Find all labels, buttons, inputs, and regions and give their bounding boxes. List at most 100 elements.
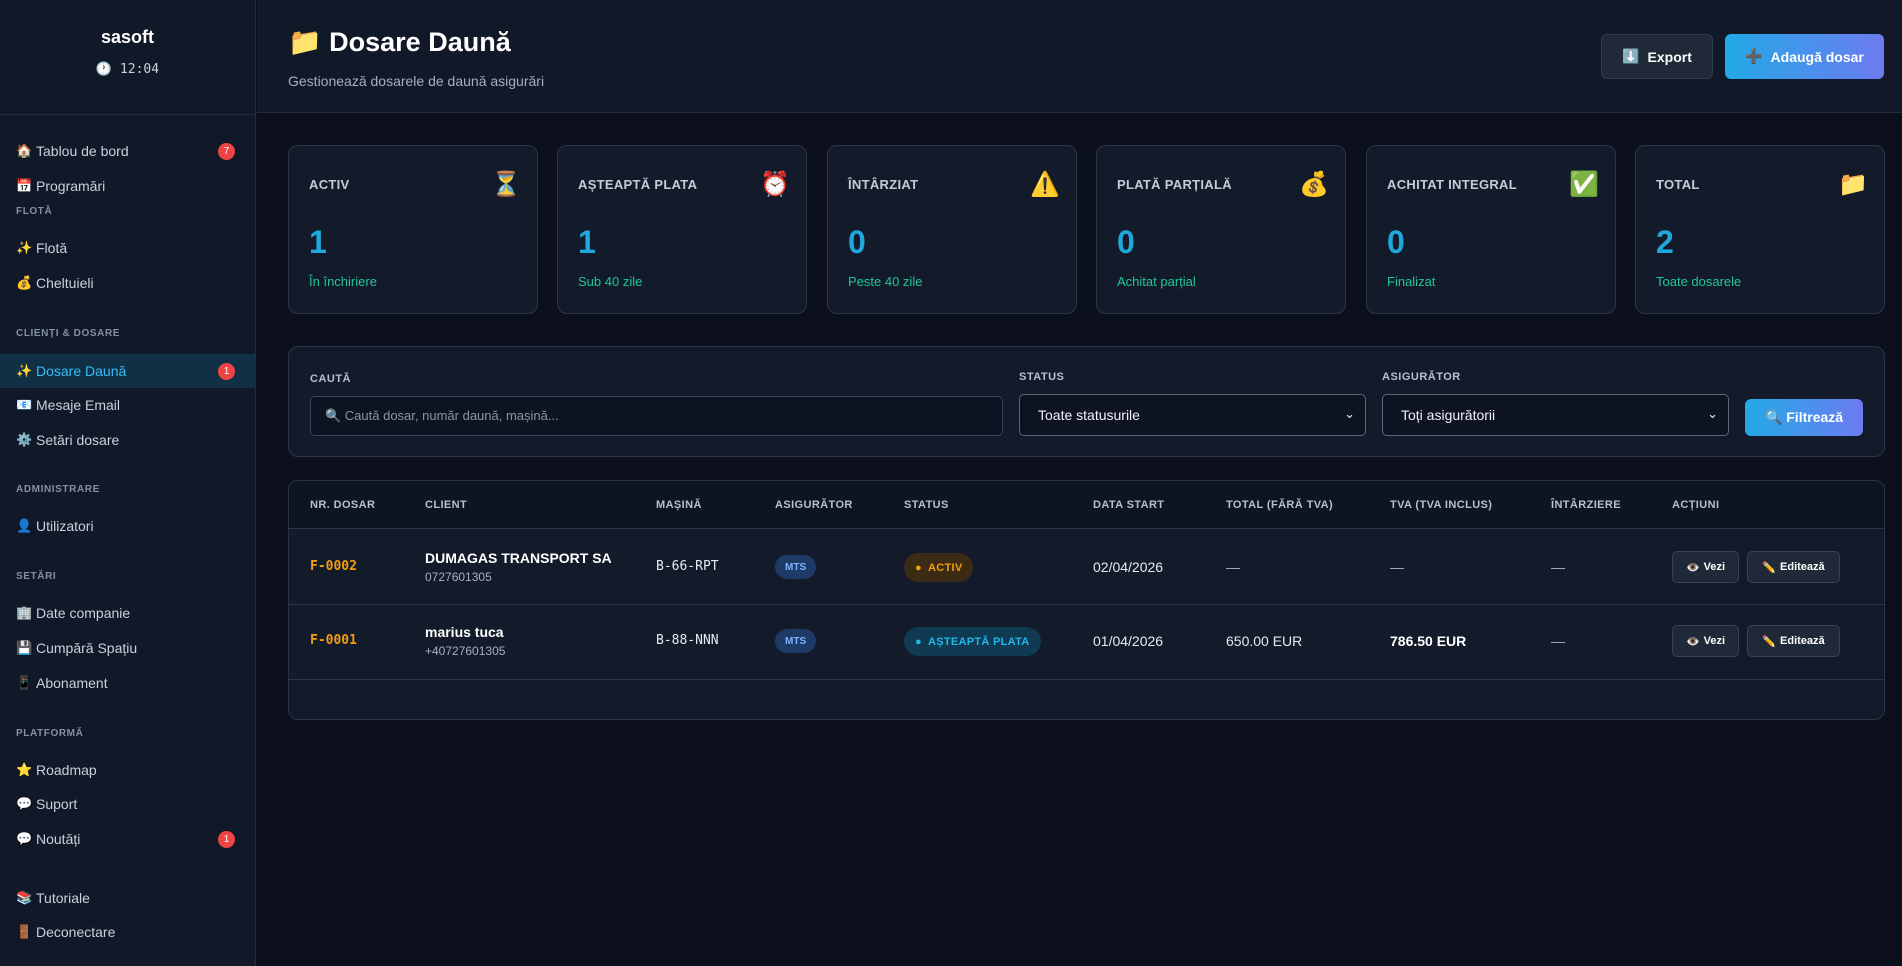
sidebar-item-expenses[interactable]: 💰 Cheltuieli (0, 267, 255, 299)
column-header: STATUS (904, 499, 949, 511)
table-row[interactable]: F-0002 DUMAGAS TRANSPORT SA 0727601305 B… (289, 530, 1884, 605)
delay: — (1551, 559, 1565, 575)
sidebar-item-storage[interactable]: 💾 Cumpără Spațiu (0, 632, 255, 664)
page-title: 📁 Dosare Daună (288, 26, 511, 58)
sidebar-item-fleet[interactable]: ✨ Flotă (0, 232, 255, 264)
money-bag-icon: 💰 (1299, 171, 1329, 198)
sidebar: sasoft 🕐 12:04 🏠 Tablou de bord 7 📅 Prog… (0, 0, 256, 966)
stat-card-active: ACTIV ⏳ 1 În închiriere (288, 145, 538, 314)
table-header: NR. DOSAR CLIENT MAȘINĂ ASIGURĂTOR STATU… (289, 481, 1884, 529)
insurer-badge: MTS (775, 555, 817, 579)
sparkles-icon: ✨ (16, 240, 33, 255)
start-date: 01/04/2026 (1093, 633, 1164, 649)
sidebar-item-roadmap[interactable]: ⭐ Roadmap (0, 754, 255, 786)
client-phone: 0727601305 (425, 570, 492, 584)
car-plate: B-66-RPT (656, 559, 719, 574)
sidebar-item-logout[interactable]: 🚪 Deconectare (0, 916, 255, 948)
plus-icon: ➕ (1745, 48, 1763, 64)
sidebar-item-label: Suport (36, 796, 78, 812)
status-badge: ● ACTIV (904, 553, 974, 582)
sidebar-item-tutorials[interactable]: 📚 Tutoriale (0, 882, 255, 914)
nav-section-clients: CLIENȚI & DOSARE (16, 328, 121, 339)
client-phone: +40727601305 (425, 644, 506, 658)
stat-value: 2 (1656, 224, 1674, 260)
chevron-down-icon: ⌄ (1344, 406, 1355, 421)
view-button[interactable]: 👁️ Vezi (1672, 551, 1739, 583)
filter-button[interactable]: 🔍 Filtrează (1745, 399, 1863, 436)
search-label: CAUTĂ (310, 373, 351, 385)
books-icon: 📚 (16, 890, 33, 905)
sidebar-item-label: Programări (36, 178, 106, 194)
status-badge-label: AȘTEAPTĂ PLATA (927, 635, 1030, 648)
insurer-select[interactable]: Toți asigurătorii ⌄ (1382, 394, 1729, 436)
sidebar-item-users[interactable]: 👤 Utilizatori (0, 510, 255, 542)
sidebar-item-label: Dosare Daună (36, 363, 127, 379)
email-icon: 📧 (16, 397, 33, 412)
sidebar-item-label: Date companie (36, 605, 131, 621)
folder-icon: 📁 (288, 27, 322, 57)
edit-button[interactable]: ✏️ Editează (1747, 551, 1840, 583)
nav-section-platform: PLATFORMĂ (16, 728, 84, 739)
warning-icon: ⚠️ (1030, 171, 1060, 198)
column-header: TOTAL (FĂRĂ TVA) (1226, 499, 1334, 511)
export-button-label: Export (1647, 48, 1692, 65)
floppy-disk-icon: 💾 (16, 640, 33, 655)
client-cell: marius tuca +40727601305 (425, 624, 505, 658)
status-select[interactable]: Toate statusurile ⌄ (1019, 394, 1366, 436)
client-name: marius tuca (425, 624, 504, 640)
sidebar-item-label: Tablou de bord (36, 143, 129, 159)
alarm-clock-icon: ⏰ (760, 171, 790, 198)
eye-icon: 👁️ (1685, 561, 1700, 574)
total-no-vat: 650.00 EUR (1226, 633, 1303, 649)
view-button[interactable]: 👁️ Vezi (1672, 625, 1739, 657)
insurer-filter-label: ASIGURĂTOR (1382, 371, 1461, 383)
claims-table: NR. DOSAR CLIENT MAȘINĂ ASIGURĂTOR STATU… (288, 480, 1885, 720)
sidebar-item-company[interactable]: 🏢 Date companie (0, 597, 255, 629)
user-icon: 👤 (16, 518, 33, 533)
claim-id[interactable]: F-0001 (310, 633, 357, 648)
column-header: TVA (TVA INCLUS) (1390, 499, 1493, 511)
sidebar-item-label: Cumpără Spațiu (36, 640, 138, 656)
page-subtitle: Gestionează dosarele de daună asigurări (288, 73, 545, 89)
nav-section-settings: SETĂRI (16, 571, 57, 582)
sidebar-item-email[interactable]: 📧 Mesaje Email (0, 389, 255, 421)
sidebar-item-label: Flotă (36, 240, 68, 256)
status-select-value: Toate statusurile (1038, 407, 1140, 423)
start-date: 02/04/2026 (1093, 559, 1164, 575)
sidebar-item-claim-settings[interactable]: ⚙️ Setări dosare (0, 424, 255, 456)
eye-icon: 👁️ (1685, 635, 1700, 648)
view-button-label: Vezi (1703, 561, 1726, 573)
export-button[interactable]: ⬇️ Export (1601, 34, 1713, 79)
sidebar-item-news[interactable]: 💬 Noutăți 1 (0, 823, 255, 855)
star-icon: ⭐ (16, 762, 33, 777)
sidebar-item-subscription[interactable]: 📱 Abonament (0, 667, 255, 699)
stat-label: ACHITAT INTEGRAL (1387, 177, 1517, 192)
sidebar-item-support[interactable]: 💬 Suport (0, 788, 255, 820)
column-header: ASIGURĂTOR (775, 499, 853, 511)
edit-button[interactable]: ✏️ Editează (1747, 625, 1840, 657)
sidebar-item-dashboard[interactable]: 🏠 Tablou de bord 7 (0, 135, 255, 167)
claim-id[interactable]: F-0002 (310, 559, 357, 574)
chevron-down-icon: ⌄ (1707, 406, 1718, 421)
sidebar-item-appointments[interactable]: 📅 Programări (0, 170, 255, 202)
add-claim-button[interactable]: ➕ Adaugă dosar (1725, 34, 1884, 79)
notification-badge: 7 (218, 142, 235, 160)
sidebar-item-claims[interactable]: ✨ Dosare Daună 1 (0, 354, 255, 388)
column-header: DATA START (1093, 499, 1165, 511)
stat-card-total: TOTAL 📁 2 Toate dosarele (1635, 145, 1885, 314)
search-input[interactable]: 🔍 Caută dosar, număr daună, mașină... (310, 396, 1003, 436)
pencil-icon: ✏️ (1762, 561, 1777, 574)
insurer-select-value: Toți asigurătorii (1401, 407, 1496, 423)
pencil-icon: ✏️ (1762, 635, 1777, 648)
chat-bubble-icon: 💬 (16, 796, 33, 811)
gear-icon: ⚙️ (16, 432, 33, 447)
stat-value: 0 (1117, 224, 1135, 260)
table-row[interactable]: F-0001 marius tuca +40727601305 B-88-NNN… (289, 605, 1884, 680)
page-header: 📁 Dosare Daună Gestionează dosarele de d… (257, 0, 1902, 113)
stat-card-delayed: ÎNTÂRZIAT ⚠️ 0 Peste 40 zile (827, 145, 1077, 314)
sidebar-item-label: Roadmap (36, 762, 97, 778)
door-icon: 🚪 (16, 924, 33, 939)
status-dot-icon: ● (915, 635, 922, 648)
edit-button-label: Editează (1780, 561, 1825, 573)
stat-note: Peste 40 zile (848, 274, 923, 289)
